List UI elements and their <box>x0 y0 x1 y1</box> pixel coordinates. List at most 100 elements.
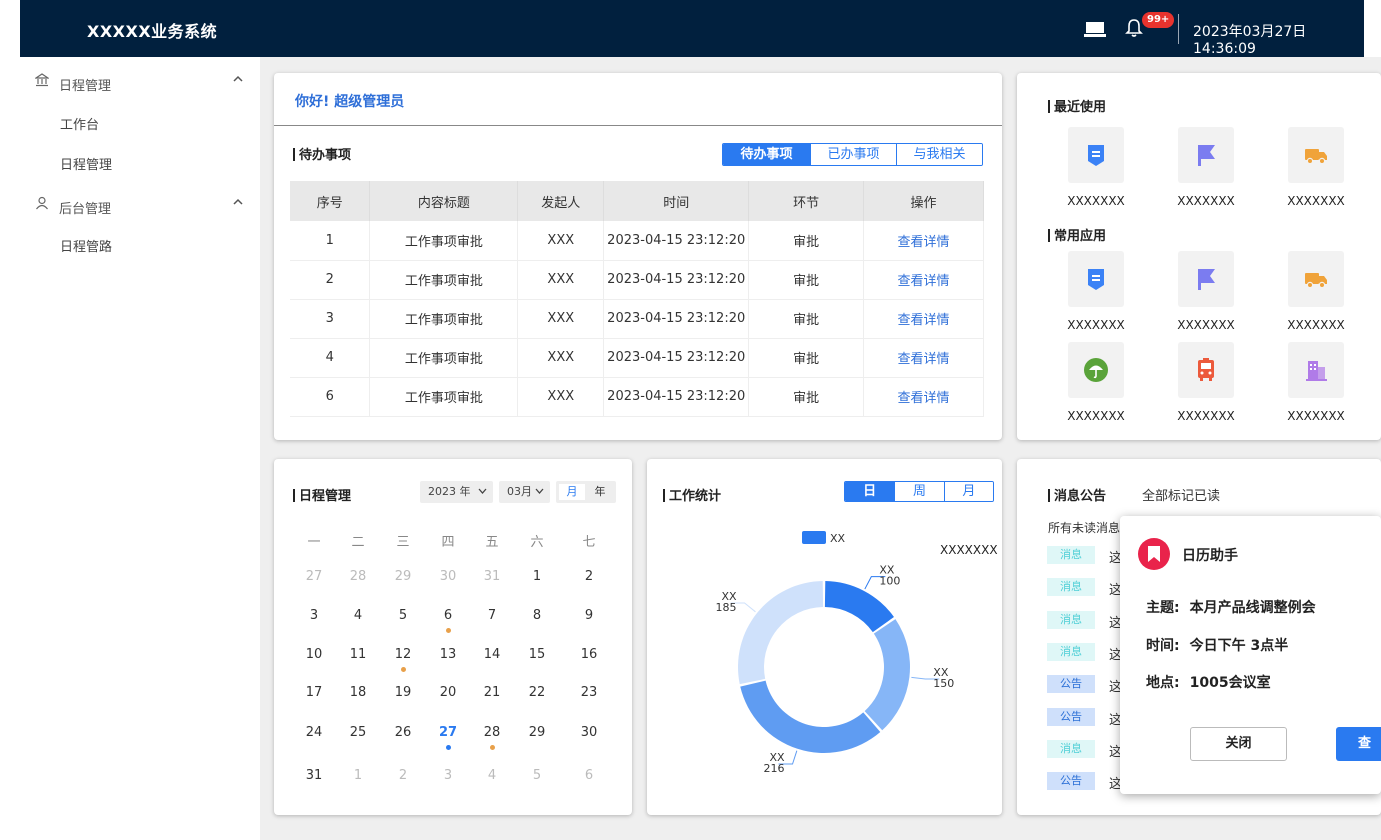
message-tag: 消息 <box>1047 610 1095 629</box>
calendar-day[interactable]: 1 <box>338 768 378 783</box>
app-label: XXXXXXX <box>1067 318 1125 332</box>
sidebar-item-schedule[interactable]: 日程管理 <box>60 154 112 173</box>
calendar-day[interactable]: 29 <box>517 725 557 740</box>
view-details-link[interactable]: 查看详情 <box>863 221 984 261</box>
calendar-day[interactable]: 25 <box>338 725 378 740</box>
calendar-day[interactable]: 19 <box>383 685 423 700</box>
calendar-day[interactable]: 30 <box>569 725 609 740</box>
calendar-day[interactable]: 10 <box>294 647 334 662</box>
donut-slice[interactable] <box>864 619 910 731</box>
column-header: 环节 <box>748 181 865 221</box>
event-dot <box>400 667 406 672</box>
view-details-link[interactable]: 查看详情 <box>863 299 984 339</box>
tab-done[interactable]: 已办事项 <box>810 144 896 165</box>
view-details-link[interactable]: 查看详情 <box>863 338 984 378</box>
calendar-day[interactable]: 28 <box>338 569 378 584</box>
calendar-day[interactable]: 28 <box>472 725 512 740</box>
calendar-day[interactable]: 21 <box>472 685 512 700</box>
donut-slice[interactable] <box>740 680 881 753</box>
calendar-day[interactable]: 31 <box>472 569 512 584</box>
sidebar-group-schedule[interactable]: 日程管理 <box>20 60 260 100</box>
messages-title: 消息公告 <box>1048 485 1106 504</box>
app-tile[interactable] <box>1288 342 1344 398</box>
sidebar-item-schedule-route[interactable]: 日程管路 <box>60 236 112 255</box>
calendar-day[interactable]: 31 <box>294 768 334 783</box>
calendar-day[interactable]: 14 <box>472 647 512 662</box>
calendar-day[interactable]: 3 <box>428 768 468 783</box>
calendar-day[interactable]: 9 <box>569 608 609 623</box>
calendar-day[interactable]: 6 <box>428 608 468 623</box>
calendar-day[interactable]: 30 <box>428 569 468 584</box>
close-button[interactable]: 关闭 <box>1190 727 1287 761</box>
month-select[interactable]: 03月 <box>499 481 550 503</box>
weekday-header: 六 <box>530 535 544 550</box>
calendar-day[interactable]: 11 <box>338 647 378 662</box>
document-badge-icon <box>1088 269 1104 290</box>
calendar-day[interactable]: 13 <box>428 647 468 662</box>
month-select-value: 03月 <box>507 485 532 498</box>
sidebar-group-admin[interactable]: 后台管理 <box>20 183 260 223</box>
calendar-day-today[interactable]: 27 <box>428 725 468 740</box>
view-month[interactable]: 月 <box>559 484 585 500</box>
calendar-day[interactable]: 5 <box>383 608 423 623</box>
calendar-day[interactable]: 6 <box>569 768 609 783</box>
tab-month[interactable]: 月 <box>943 482 993 501</box>
calendar-day[interactable]: 20 <box>428 685 468 700</box>
todo-table-body: 1 工作事项审批 XXX 2023-04-15 23:12:20 审批 查看详情 2 工作事项… <box>290 221 984 417</box>
calendar-day[interactable]: 15 <box>517 647 557 662</box>
bell-icon[interactable] <box>1125 18 1143 38</box>
app-tile[interactable] <box>1288 251 1344 307</box>
app-tile[interactable] <box>1178 251 1234 307</box>
calendar-day[interactable]: 3 <box>294 608 334 623</box>
time-label: 时间: <box>1146 638 1180 654</box>
table-row: 1 工作事项审批 XXX 2023-04-15 23:12:20 审批 查看详情 <box>290 221 984 261</box>
calendar-day[interactable]: 29 <box>383 569 423 584</box>
calendar-day[interactable]: 5 <box>517 768 557 783</box>
laptop-icon[interactable] <box>1084 20 1106 38</box>
calendar-day[interactable]: 26 <box>383 725 423 740</box>
view-details-link[interactable]: 查看详情 <box>863 377 984 417</box>
app-tile[interactable] <box>1068 342 1124 398</box>
app-tile[interactable] <box>1178 342 1234 398</box>
tab-related[interactable]: 与我相关 <box>896 144 982 165</box>
table-cell: 审批 <box>748 377 865 417</box>
view-button[interactable]: 查 <box>1336 727 1381 761</box>
tab-week[interactable]: 周 <box>894 482 944 501</box>
calendar-day[interactable]: 18 <box>338 685 378 700</box>
calendar-day[interactable]: 2 <box>569 569 609 584</box>
message-tag: 消息 <box>1047 578 1095 597</box>
calendar-day[interactable]: 2 <box>383 768 423 783</box>
view-year[interactable]: 年 <box>587 484 613 500</box>
sidebar-item-workbench[interactable]: 工作台 <box>60 114 99 133</box>
calendar-day[interactable]: 8 <box>517 608 557 623</box>
calendar-day[interactable]: 1 <box>517 569 557 584</box>
app-label: XXXXXXX <box>1177 318 1235 332</box>
table-header-row: 序号 内容标题 发起人 时间 环节 操作 <box>290 181 984 221</box>
app-tile[interactable] <box>1288 127 1344 183</box>
donut-slice[interactable] <box>738 581 824 685</box>
view-details-link[interactable]: 查看详情 <box>863 260 984 300</box>
time-value: 今日下午 3点半 <box>1189 638 1289 654</box>
calendar-day[interactable]: 12 <box>383 647 423 662</box>
mark-all-read-link[interactable]: 全部标记已读 <box>1142 485 1220 504</box>
tab-pending[interactable]: 待办事项 <box>723 144 810 165</box>
table-cell: 2023-04-15 23:12:20 <box>603 260 750 300</box>
table-cell: XXX <box>517 338 605 378</box>
year-select[interactable]: 2023 年 <box>420 481 493 503</box>
calendar-day[interactable]: 22 <box>517 685 557 700</box>
calendar-day[interactable]: 16 <box>569 647 609 662</box>
calendar-day[interactable]: 7 <box>472 608 512 623</box>
app-tile[interactable] <box>1068 251 1124 307</box>
calendar-day[interactable]: 4 <box>338 608 378 623</box>
tab-day[interactable]: 日 <box>845 482 895 501</box>
calendar-day[interactable]: 17 <box>294 685 334 700</box>
calendar-day[interactable]: 4 <box>472 768 512 783</box>
donut-slice[interactable] <box>824 581 894 633</box>
app-tile[interactable] <box>1068 127 1124 183</box>
calendar-day[interactable]: 27 <box>294 569 334 584</box>
event-dot <box>489 745 495 750</box>
calendar-assistant-popup: 日历助手 主题: 本月产品线调整例会 时间: 今日下午 3点半 地点: 1005会议室… <box>1120 516 1381 794</box>
app-tile[interactable] <box>1178 127 1234 183</box>
calendar-day[interactable]: 23 <box>569 685 609 700</box>
calendar-day[interactable]: 24 <box>294 725 334 740</box>
